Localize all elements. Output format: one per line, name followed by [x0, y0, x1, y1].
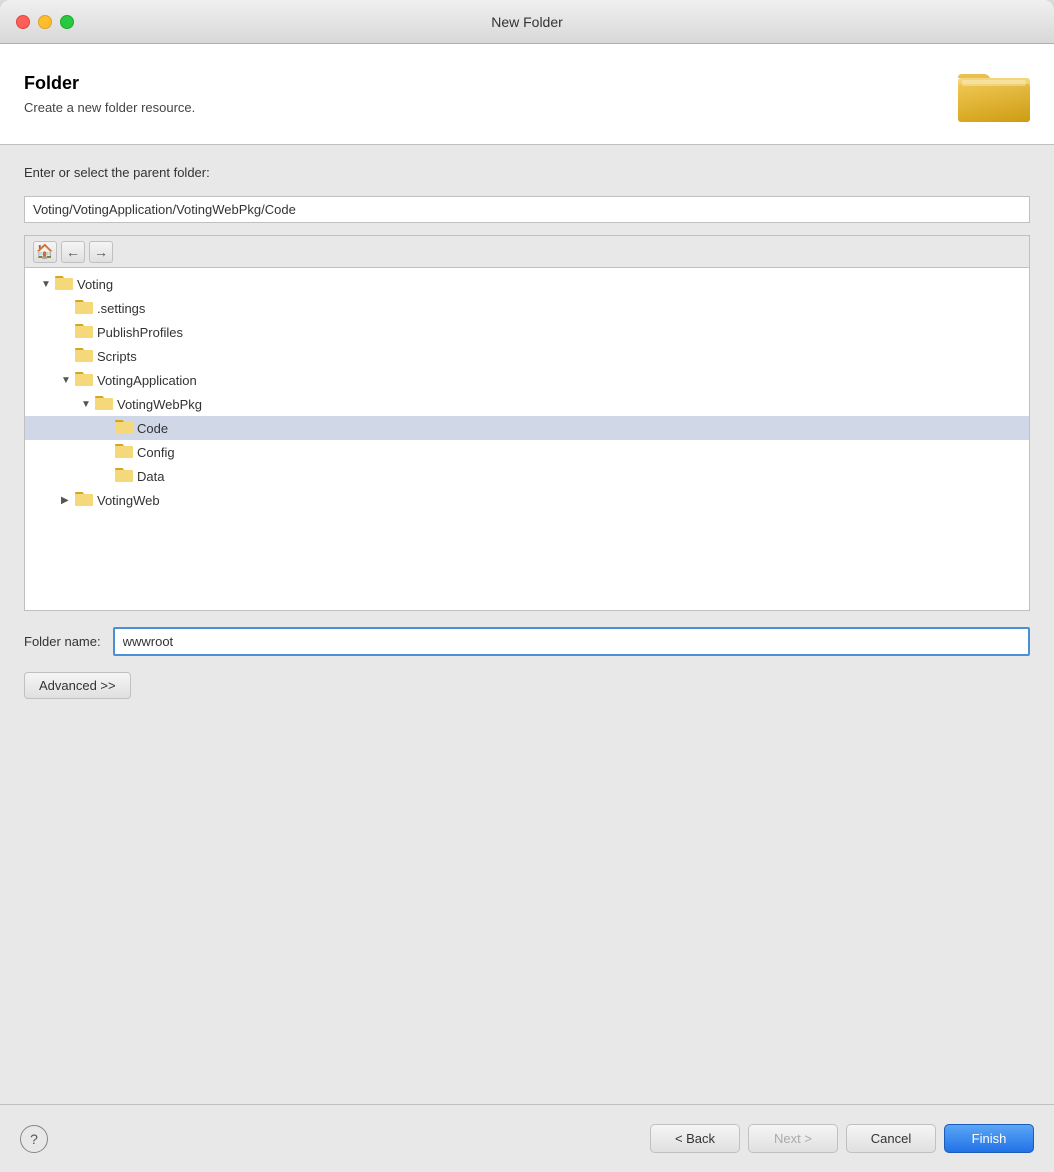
tree-arrow-votingwebpkg: ▼	[81, 399, 95, 410]
next-button[interactable]: Next >	[748, 1124, 838, 1153]
tree-arrow-votingapplication: ▼	[61, 375, 75, 386]
folder-icon-large	[958, 64, 1030, 124]
tree-label-code: Code	[137, 421, 168, 436]
minimize-button[interactable]	[38, 15, 52, 29]
tree-toolbar: 🏠 ← →	[25, 236, 1029, 268]
header-subtitle: Create a new folder resource.	[24, 100, 195, 115]
folder-name-input[interactable]	[113, 627, 1030, 656]
close-button[interactable]	[16, 15, 30, 29]
home-button[interactable]: 🏠	[33, 241, 57, 263]
help-button[interactable]: ?	[20, 1125, 48, 1153]
folder-name-label: Folder name:	[24, 634, 101, 649]
titlebar: New Folder	[0, 0, 1054, 44]
forward-nav-button[interactable]: →	[89, 241, 113, 263]
folder-icon-scripts	[75, 346, 93, 367]
parent-folder-input[interactable]	[24, 196, 1030, 223]
folder-icon-settings	[75, 298, 93, 319]
tree-label-config: Config	[137, 445, 175, 460]
finish-button[interactable]: Finish	[944, 1124, 1034, 1153]
footer-right: < Back Next > Cancel Finish	[650, 1124, 1034, 1153]
folder-icon-data	[115, 466, 133, 487]
folder-icon-votingapplication	[75, 370, 93, 391]
tree-label-voting: Voting	[77, 277, 113, 292]
folder-icon-publishprofiles	[75, 322, 93, 343]
window-title: New Folder	[491, 14, 563, 30]
header-section: Folder Create a new folder resource.	[0, 44, 1054, 145]
folder-name-row: Folder name:	[24, 627, 1030, 656]
back-button[interactable]: < Back	[650, 1124, 740, 1153]
header-text: Folder Create a new folder resource.	[24, 73, 195, 115]
tree-item-publishprofiles[interactable]: PublishProfiles	[25, 320, 1029, 344]
tree-item-votingapplication[interactable]: ▼ VotingApplication	[25, 368, 1029, 392]
tree-label-data: Data	[137, 469, 164, 484]
back-nav-button[interactable]: ←	[61, 241, 85, 263]
footer-left: ?	[20, 1125, 48, 1153]
tree-item-scripts[interactable]: Scripts	[25, 344, 1029, 368]
tree-item-votingweb[interactable]: ▶ VotingWeb	[25, 488, 1029, 512]
tree-label-votingapplication: VotingApplication	[97, 373, 197, 388]
header-title: Folder	[24, 73, 195, 94]
tree-item-config[interactable]: Config	[25, 440, 1029, 464]
main-content: Enter or select the parent folder: 🏠 ← →…	[0, 145, 1054, 1104]
tree-item-voting[interactable]: ▼ Voting	[25, 272, 1029, 296]
cancel-button[interactable]: Cancel	[846, 1124, 936, 1153]
tree-item-votingwebpkg[interactable]: ▼ VotingWebPkg	[25, 392, 1029, 416]
folder-icon-code	[115, 418, 133, 439]
tree-arrow-voting: ▼	[41, 279, 55, 290]
parent-folder-label: Enter or select the parent folder:	[24, 165, 1030, 180]
tree-label-votingwebpkg: VotingWebPkg	[117, 397, 202, 412]
tree-label-publishprofiles: PublishProfiles	[97, 325, 183, 340]
folder-icon-votingwebpkg	[95, 394, 113, 415]
tree-item-settings[interactable]: .settings	[25, 296, 1029, 320]
traffic-lights	[16, 15, 74, 29]
footer: ? < Back Next > Cancel Finish	[0, 1104, 1054, 1172]
folder-icon-config	[115, 442, 133, 463]
advanced-section: Advanced >>	[24, 668, 1030, 699]
maximize-button[interactable]	[60, 15, 74, 29]
tree-label-settings: .settings	[97, 301, 145, 316]
tree-container: 🏠 ← → ▼ Voting .settings PublishProfiles…	[24, 235, 1030, 611]
folder-icon-votingweb	[75, 490, 93, 511]
tree-arrow-votingweb: ▶	[61, 495, 75, 506]
advanced-button[interactable]: Advanced >>	[24, 672, 131, 699]
tree-item-data[interactable]: Data	[25, 464, 1029, 488]
tree-label-votingweb: VotingWeb	[97, 493, 160, 508]
tree-label-scripts: Scripts	[97, 349, 137, 364]
tree-item-code[interactable]: Code	[25, 416, 1029, 440]
tree-body[interactable]: ▼ Voting .settings PublishProfiles Scrip…	[25, 268, 1029, 610]
folder-icon-voting	[55, 274, 73, 295]
